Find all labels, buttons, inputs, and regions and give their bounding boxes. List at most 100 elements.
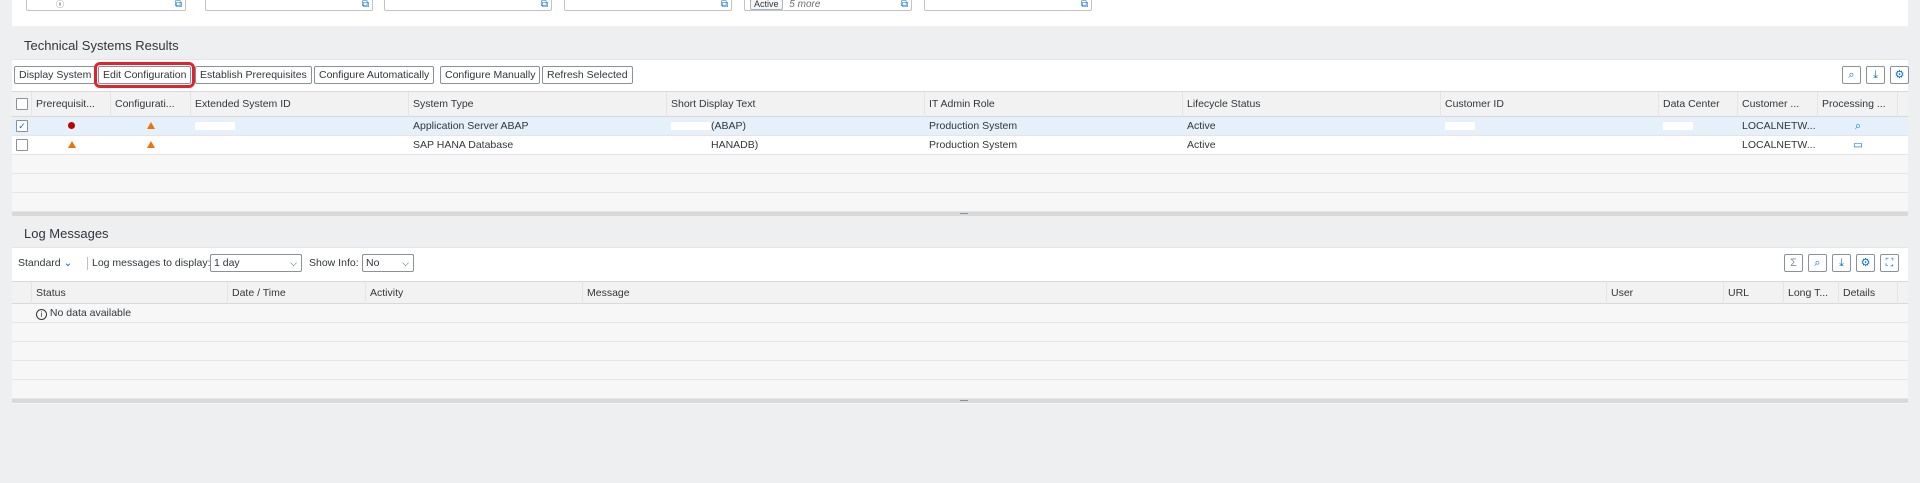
col-long-text[interactable]: Long T... xyxy=(1784,282,1839,304)
filter-field-6[interactable]: ⧉ xyxy=(924,0,1092,11)
value-help-icon[interactable]: ⧉ xyxy=(901,0,908,10)
configuration-warning-icon xyxy=(111,136,191,155)
fullscreen-icon[interactable]: ⛶ xyxy=(1880,254,1899,272)
value-help-icon[interactable]: ⧉ xyxy=(721,0,728,10)
filter-field-3[interactable]: ⧉ xyxy=(384,0,552,11)
empty-row xyxy=(12,323,1908,342)
log-messages-toolbar: Standard ⌄ Log messages to display: 1 da… xyxy=(12,248,1908,277)
col-processing[interactable]: Processing ... xyxy=(1818,92,1898,117)
col-user[interactable]: User xyxy=(1607,282,1724,304)
sum-icon[interactable]: Σ xyxy=(1784,254,1803,272)
search-icon[interactable]: ⌕ xyxy=(1842,66,1861,84)
settings-icon[interactable]: ⚙ xyxy=(1890,66,1909,84)
configuration-warning-icon xyxy=(111,117,191,136)
short-display-text-cell: (ABAP) xyxy=(667,117,925,136)
technical-systems-title: Technical Systems Results xyxy=(24,38,179,53)
show-info-label: Show Info: xyxy=(309,257,359,269)
filter-token[interactable]: Active xyxy=(750,0,783,10)
col-extended-system-id[interactable]: Extended System ID xyxy=(191,92,409,117)
establish-prerequisites-button[interactable]: Establish Prerequisites xyxy=(195,66,312,84)
toolbar-separator xyxy=(87,257,88,270)
show-info-select[interactable]: No ⌵ xyxy=(362,254,414,272)
log-display-select[interactable]: 1 day ⌵ xyxy=(210,254,302,272)
col-details[interactable]: Details xyxy=(1839,282,1898,304)
col-url[interactable]: URL xyxy=(1724,282,1784,304)
col-configuration[interactable]: Configurati... xyxy=(111,92,191,117)
empty-row xyxy=(12,193,1908,212)
log-display-label: Log messages to display: xyxy=(92,257,211,269)
more-tokens-link[interactable]: 5 more xyxy=(789,0,820,10)
display-system-button[interactable]: Display System xyxy=(14,66,97,84)
value-help-icon[interactable]: ⧉ xyxy=(175,0,182,10)
col-date-time[interactable]: Date / Time xyxy=(228,282,366,304)
data-center-cell xyxy=(1659,136,1738,155)
col-lifecycle-status[interactable]: Lifecycle Status xyxy=(1183,92,1441,117)
col-customer-id[interactable]: Customer ID xyxy=(1441,92,1659,117)
select-all-checkbox[interactable] xyxy=(16,98,28,110)
col-message[interactable]: Message xyxy=(583,282,1607,304)
log-messages-title: Log Messages xyxy=(24,226,109,241)
prerequisites-error-icon xyxy=(32,117,111,136)
technical-systems-panel: Display System Edit Configuration Establ… xyxy=(12,59,1909,216)
technical-systems-toolbar: Display System Edit Configuration Establ… xyxy=(12,60,1909,89)
system-type-cell: Application Server ABAP xyxy=(413,120,529,132)
search-icon[interactable]: ⌕ xyxy=(1818,117,1898,136)
table-header: Prerequisit... Configurati... Extended S… xyxy=(12,92,1908,117)
lifecycle-status-cell: Active xyxy=(1187,120,1216,132)
chevron-down-icon: ⌄ xyxy=(63,257,73,269)
value-help-icon[interactable]: ⧉ xyxy=(362,0,369,10)
col-status[interactable]: Status xyxy=(32,282,228,304)
empty-row xyxy=(12,174,1908,193)
no-data-row: i No data available xyxy=(12,304,1908,323)
configure-automatically-button[interactable]: Configure Automatically xyxy=(314,66,435,84)
filter-field-2[interactable]: ⧉ xyxy=(205,0,373,11)
col-short-display-text[interactable]: Short Display Text xyxy=(667,92,925,117)
configure-manually-button[interactable]: Configure Manually xyxy=(440,66,541,84)
col-it-admin-role[interactable]: IT Admin Role xyxy=(925,92,1183,117)
col-system-type[interactable]: System Type xyxy=(409,92,667,117)
settings-icon[interactable]: ⚙ xyxy=(1856,254,1875,272)
value-help-icon[interactable]: ⧉ xyxy=(1081,0,1088,10)
chevron-down-icon: ⌵ xyxy=(290,258,297,268)
edit-configuration-button[interactable]: Edit Configuration xyxy=(93,62,196,88)
extended-system-id-cell xyxy=(191,117,409,136)
short-display-text-cell: HANADB) xyxy=(667,136,925,155)
customer-id-cell xyxy=(1441,117,1659,136)
resize-handle[interactable] xyxy=(12,212,1908,216)
empty-row xyxy=(12,342,1908,361)
col-activity[interactable]: Activity xyxy=(366,282,583,304)
resize-handle[interactable] xyxy=(12,399,1908,403)
log-messages-panel: Standard ⌄ Log messages to display: 1 da… xyxy=(12,247,1908,404)
table-header: Status Date / Time Activity Message User… xyxy=(12,282,1908,304)
empty-row xyxy=(12,155,1908,174)
prerequisites-warning-icon xyxy=(32,136,111,155)
calendar-icon[interactable]: ▭ xyxy=(1818,136,1898,155)
value-help-icon[interactable]: ⧉ xyxy=(541,0,548,10)
filter-field-1[interactable]: ⓧ ⧉ xyxy=(26,0,186,11)
chevron-down-icon: ⌵ xyxy=(402,258,409,268)
it-admin-role-cell: Production System xyxy=(929,120,1018,132)
col-data-center[interactable]: Data Center xyxy=(1659,92,1738,117)
lifecycle-status-cell: Active xyxy=(1187,139,1216,151)
row-checkbox[interactable] xyxy=(16,139,28,151)
technical-systems-table: Prerequisit... Configurati... Extended S… xyxy=(12,91,1908,216)
refresh-selected-button[interactable]: Refresh Selected xyxy=(542,66,633,84)
search-icon[interactable]: ⌕ xyxy=(1808,254,1827,272)
empty-row xyxy=(12,361,1908,380)
data-center-cell xyxy=(1659,117,1738,136)
table-row[interactable]: ✓ Application Server ABAP (ABAP) Product… xyxy=(12,117,1908,136)
col-prerequisites[interactable]: Prerequisit... xyxy=(32,92,111,117)
table-row[interactable]: SAP HANA Database HANADB) Production Sys… xyxy=(12,136,1908,155)
filter-field-lifecycle[interactable]: Active 5 more ⧉ xyxy=(744,0,912,11)
variant-selector[interactable]: Standard ⌄ xyxy=(18,257,72,269)
export-icon[interactable]: ⤓ xyxy=(1832,254,1851,272)
filter-field-4[interactable]: ⧉ xyxy=(564,0,732,11)
customer-cell: LOCALNETW... xyxy=(1742,139,1816,151)
col-customer[interactable]: Customer ... xyxy=(1738,92,1818,117)
customer-cell: LOCALNETW... xyxy=(1742,120,1816,132)
row-checkbox[interactable]: ✓ xyxy=(16,120,28,132)
no-data-text: No data available xyxy=(49,307,132,319)
filter-bar: ⓧ ⧉ ⧉ ⧉ ⧉ Active 5 more ⧉ ⧉ xyxy=(12,0,1908,26)
system-type-cell: SAP HANA Database xyxy=(413,139,514,151)
export-icon[interactable]: ⤓ xyxy=(1866,66,1885,84)
